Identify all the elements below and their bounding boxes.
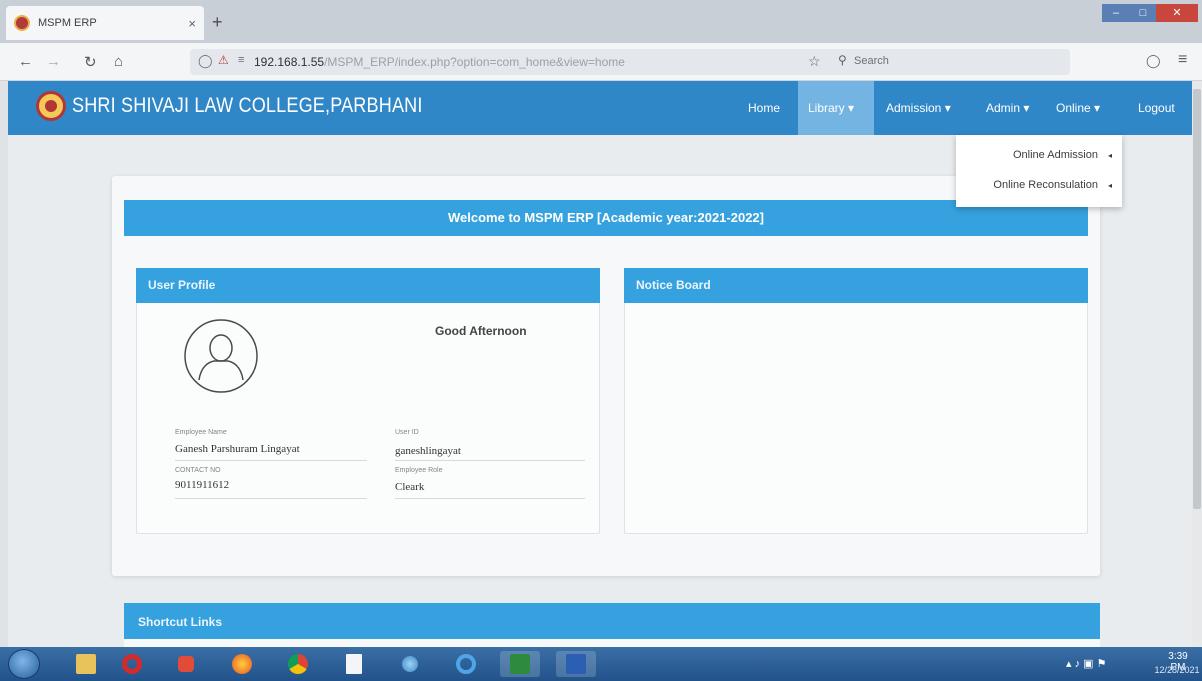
shield-icon[interactable]: ◯	[198, 53, 213, 69]
scrollbar-thumb[interactable]	[1193, 89, 1201, 509]
network-icon[interactable]	[390, 651, 430, 677]
field-divider	[395, 460, 585, 461]
nav-library[interactable]: Library ▾	[798, 81, 874, 135]
field-divider	[175, 498, 367, 499]
tab-close-icon[interactable]: ×	[188, 16, 196, 31]
firefox-icon[interactable]	[222, 651, 262, 677]
nav-logout[interactable]: Logout	[1132, 81, 1181, 135]
browser-toolbar: ← → ↻ ⌂ ◯ ⚠ ≡ 192.168.1.55/MSPM_ERP/inde…	[0, 43, 1202, 81]
pocket-icon[interactable]: ◯	[1146, 53, 1161, 69]
lock-icon[interactable]: ⚠	[218, 53, 229, 67]
welcome-text: Welcome to MSPM ERP [Academic year:2021-…	[448, 210, 764, 225]
employee-role-label: Employee Role	[395, 467, 443, 474]
online-dropdown-menu: Online Admission ◂ Online Reconsulation …	[956, 135, 1122, 207]
star-icon[interactable]: ☆	[808, 53, 821, 70]
reload-icon[interactable]: ↻	[84, 53, 97, 71]
search-placeholder: Search	[854, 55, 889, 67]
user-id-value: ganeshlingayat	[395, 445, 461, 457]
shortcut-links-body	[124, 639, 1100, 647]
nav-admission[interactable]: Admission ▾	[880, 81, 957, 135]
nav-home[interactable]: Home	[740, 81, 788, 135]
user-avatar-icon	[184, 319, 258, 393]
chrome-icon[interactable]	[278, 651, 318, 677]
browser-tab[interactable]: MSPM ERP ×	[6, 6, 204, 40]
minimize-icon[interactable]: –	[1102, 4, 1130, 22]
employee-role-value: Cleark	[395, 481, 425, 493]
explorer-icon[interactable]	[66, 651, 106, 677]
dashboard-card: Welcome to MSPM ERP [Academic year:2021-…	[112, 176, 1100, 576]
employee-name-label: Employee Name	[175, 429, 227, 436]
site-brand[interactable]: SHRI SHIVAJI LAW COLLEGE,PARBHANI	[72, 94, 423, 118]
back-arrow-icon[interactable]: ←	[18, 53, 33, 70]
caret-left-icon: ◂	[1107, 181, 1112, 190]
url-text[interactable]: 192.168.1.55/MSPM_ERP/index.php?option=c…	[254, 55, 625, 69]
close-window-icon[interactable]: ✕	[1156, 4, 1198, 22]
user-profile-title: User Profile	[148, 278, 216, 292]
windows-taskbar: ▴ ♪ ▣ ⚑ 3:39 PM 12/28/2021	[0, 647, 1202, 681]
notice-board-header: Notice Board	[624, 268, 1088, 303]
field-divider	[175, 460, 367, 461]
page-scrollbar[interactable]	[1192, 81, 1202, 647]
permissions-icon[interactable]: ≡	[238, 54, 244, 66]
tab-title: MSPM ERP	[38, 17, 97, 29]
contact-label: CONTACT NO	[175, 467, 221, 474]
media-player-icon[interactable]	[166, 651, 206, 677]
page-viewport: SHRI SHIVAJI LAW COLLEGE,PARBHANI Home L…	[8, 81, 1192, 647]
url-host: 192.168.1.55	[254, 55, 325, 69]
employee-name-value: Ganesh Parshuram Lingayat	[175, 443, 300, 455]
college-logo-icon	[36, 91, 66, 121]
url-path: /MSPM_ERP/index.php?option=com_home&view…	[324, 55, 625, 69]
address-bar[interactable]: ◯ ⚠ ≡ 192.168.1.55/MSPM_ERP/index.php?op…	[190, 49, 1070, 75]
notice-board-title: Notice Board	[636, 278, 711, 292]
opera-icon[interactable]	[112, 651, 152, 677]
menu-item-online-reconsulation[interactable]: Online Reconsulation	[993, 179, 1098, 191]
window-controls: – □ ✕	[1102, 4, 1198, 22]
user-profile-panel: User Profile Good Afternoon Employee Nam…	[136, 268, 600, 534]
forward-arrow-icon[interactable]: →	[46, 53, 61, 70]
menu-icon[interactable]: ≡	[1178, 51, 1187, 69]
shortcut-links-title: Shortcut Links	[138, 615, 223, 629]
greeting-text: Good Afternoon	[435, 324, 527, 338]
site-header: SHRI SHIVAJI LAW COLLEGE,PARBHANI Home L…	[8, 81, 1192, 135]
user-id-label: User ID	[395, 429, 419, 436]
search-box[interactable]: ⚲ Search	[834, 52, 1070, 72]
excel-icon[interactable]	[500, 651, 540, 677]
browser-tab-strip: MSPM ERP × + – □ ✕	[0, 0, 1202, 43]
search-icon: ⚲	[838, 53, 847, 67]
field-divider	[395, 498, 585, 499]
caret-left-icon: ◂	[1107, 151, 1112, 160]
nav-admin[interactable]: Admin ▾	[980, 81, 1035, 135]
clock-date[interactable]: 12/28/2021	[1154, 665, 1200, 675]
site-favicon-icon	[14, 15, 30, 31]
ie-icon[interactable]	[446, 651, 486, 677]
menu-item-online-admission[interactable]: Online Admission	[1013, 149, 1098, 161]
start-button[interactable]	[8, 649, 40, 679]
notice-board-panel: Notice Board	[624, 268, 1088, 534]
new-tab-button[interactable]: +	[212, 12, 223, 33]
word-icon[interactable]	[556, 651, 596, 677]
user-profile-header: User Profile	[136, 268, 600, 303]
nav-online[interactable]: Online ▾	[1050, 81, 1106, 135]
welcome-banner: Welcome to MSPM ERP [Academic year:2021-…	[124, 200, 1088, 236]
home-icon[interactable]: ⌂	[114, 53, 123, 70]
contact-value: 9011911612	[175, 479, 230, 491]
system-tray-icons[interactable]: ▴ ♪ ▣ ⚑	[1066, 657, 1106, 670]
shortcut-links-header: Shortcut Links	[124, 603, 1100, 639]
notepad-icon[interactable]	[334, 651, 374, 677]
maximize-icon[interactable]: □	[1130, 4, 1156, 22]
